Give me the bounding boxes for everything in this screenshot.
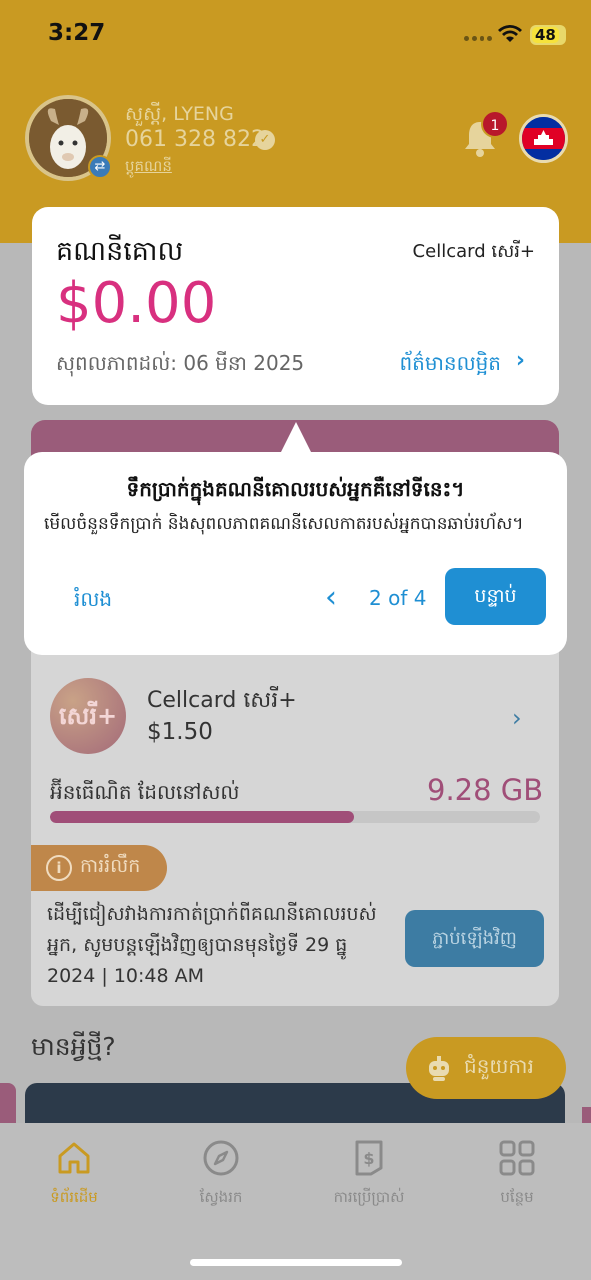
account-plan: Cellcard សេរី+ bbox=[412, 241, 535, 262]
plan-name[interactable]: Cellcard សេរី+ bbox=[147, 686, 297, 718]
tab-label: បន្ថែម bbox=[500, 1188, 534, 1206]
switch-account-link[interactable]: ប្ដូគណនី bbox=[125, 157, 172, 179]
account-validity: សុពលភាពដល់: 06 មីនា 2025 bbox=[56, 351, 305, 375]
data-progress-bar bbox=[50, 811, 540, 823]
chevron-right-icon[interactable]: › bbox=[516, 348, 525, 373]
switch-account-icon[interactable]: ⇄ bbox=[88, 155, 112, 179]
reminder-tag: i ការរំលឹក bbox=[31, 845, 167, 891]
user-greeting: សួស្ដី, LYENG bbox=[125, 103, 234, 125]
compass-icon bbox=[203, 1140, 239, 1176]
plan-price: $1.50 bbox=[147, 719, 213, 745]
tooltip-body: មើលចំនួនទឹកប្រាក់ និងសុពលភាពគណនីសេលកាតរប… bbox=[44, 514, 524, 534]
tooltip-arrow bbox=[280, 422, 312, 454]
info-icon: i bbox=[46, 855, 72, 881]
details-link[interactable]: ព័ត៌មានលម្អិត bbox=[399, 350, 501, 380]
tab-explore[interactable]: ស្វែងរក bbox=[166, 1138, 276, 1210]
data-progress-fill bbox=[50, 811, 354, 823]
data-remaining-value: 9.28 GB bbox=[427, 773, 544, 807]
tab-label: ទំព័រដើម bbox=[50, 1188, 98, 1206]
usage-icon: $ bbox=[355, 1140, 383, 1176]
status-bar: 3:27 48 bbox=[0, 0, 591, 70]
tooltip-title: ទឹកប្រាក់ក្នុងគណនីគោលរបស់អ្នកគឺនៅទីនេះ។ bbox=[126, 477, 465, 501]
whats-new-title: មានអ្វីថ្មី? bbox=[31, 1032, 116, 1061]
tab-label: ការប្រើប្រាស់ bbox=[333, 1188, 405, 1206]
grid-icon bbox=[499, 1140, 535, 1176]
account-balance: $0.00 bbox=[56, 271, 217, 336]
tab-label: ស្វែងរក bbox=[199, 1188, 243, 1206]
banner-prev-peek bbox=[0, 1083, 16, 1123]
signal-icon bbox=[464, 36, 492, 42]
account-title: គណនីគោល bbox=[56, 236, 184, 267]
wifi-icon bbox=[498, 25, 522, 42]
notification-badge: 1 bbox=[481, 110, 509, 138]
tab-usage[interactable]: $ ការប្រើប្រាស់ bbox=[314, 1138, 424, 1210]
status-time: 3:27 bbox=[48, 20, 106, 46]
tab-home[interactable]: ទំព័រដើម bbox=[19, 1138, 129, 1210]
renew-button[interactable]: ភ្ជាប់ឡើងវិញ bbox=[405, 910, 544, 967]
cambodia-flag-icon[interactable] bbox=[519, 114, 568, 163]
battery-level: 48 bbox=[532, 27, 559, 43]
home-indicator bbox=[190, 1259, 402, 1266]
skip-button[interactable]: រំលង bbox=[74, 586, 112, 616]
reminder-text: ដើម្បីជៀសវាងការកាត់ប្រាក់ពីគណនីគោលរបស់អ្… bbox=[47, 903, 377, 987]
chevron-left-icon[interactable]: ‹ bbox=[325, 580, 337, 615]
step-counter: 2 of 4 bbox=[369, 586, 427, 610]
banner-next-peek bbox=[582, 1107, 591, 1123]
help-button[interactable]: ជំនួយការ bbox=[406, 1037, 566, 1099]
svg-text:$: $ bbox=[363, 1149, 374, 1168]
user-phone: 061 328 822 bbox=[125, 127, 265, 152]
home-icon bbox=[58, 1142, 90, 1174]
plan-logo: សេរី+ bbox=[50, 678, 126, 754]
battery-icon: 48 bbox=[530, 25, 566, 45]
tab-more[interactable]: បន្ថែម bbox=[462, 1138, 572, 1210]
main-account-card: គណនីគោល Cellcard សេរី+ $0.00 សុពលភាពដល់:… bbox=[32, 207, 559, 405]
chevron-right-icon[interactable]: › bbox=[512, 704, 522, 732]
reminder-label: ការរំលឹក bbox=[80, 855, 141, 877]
verified-icon: ✓ bbox=[255, 130, 275, 150]
data-remaining-label: អ៊ីនធើណិត ដែលនៅសល់ bbox=[50, 780, 240, 804]
robot-icon bbox=[429, 1056, 449, 1081]
next-button[interactable]: បន្ទាប់ bbox=[445, 568, 546, 625]
onboarding-tooltip: ទឹកប្រាក់ក្នុងគណនីគោលរបស់អ្នកគឺនៅទីនេះ។ … bbox=[24, 452, 567, 655]
help-label: ជំនួយការ bbox=[464, 1054, 534, 1078]
